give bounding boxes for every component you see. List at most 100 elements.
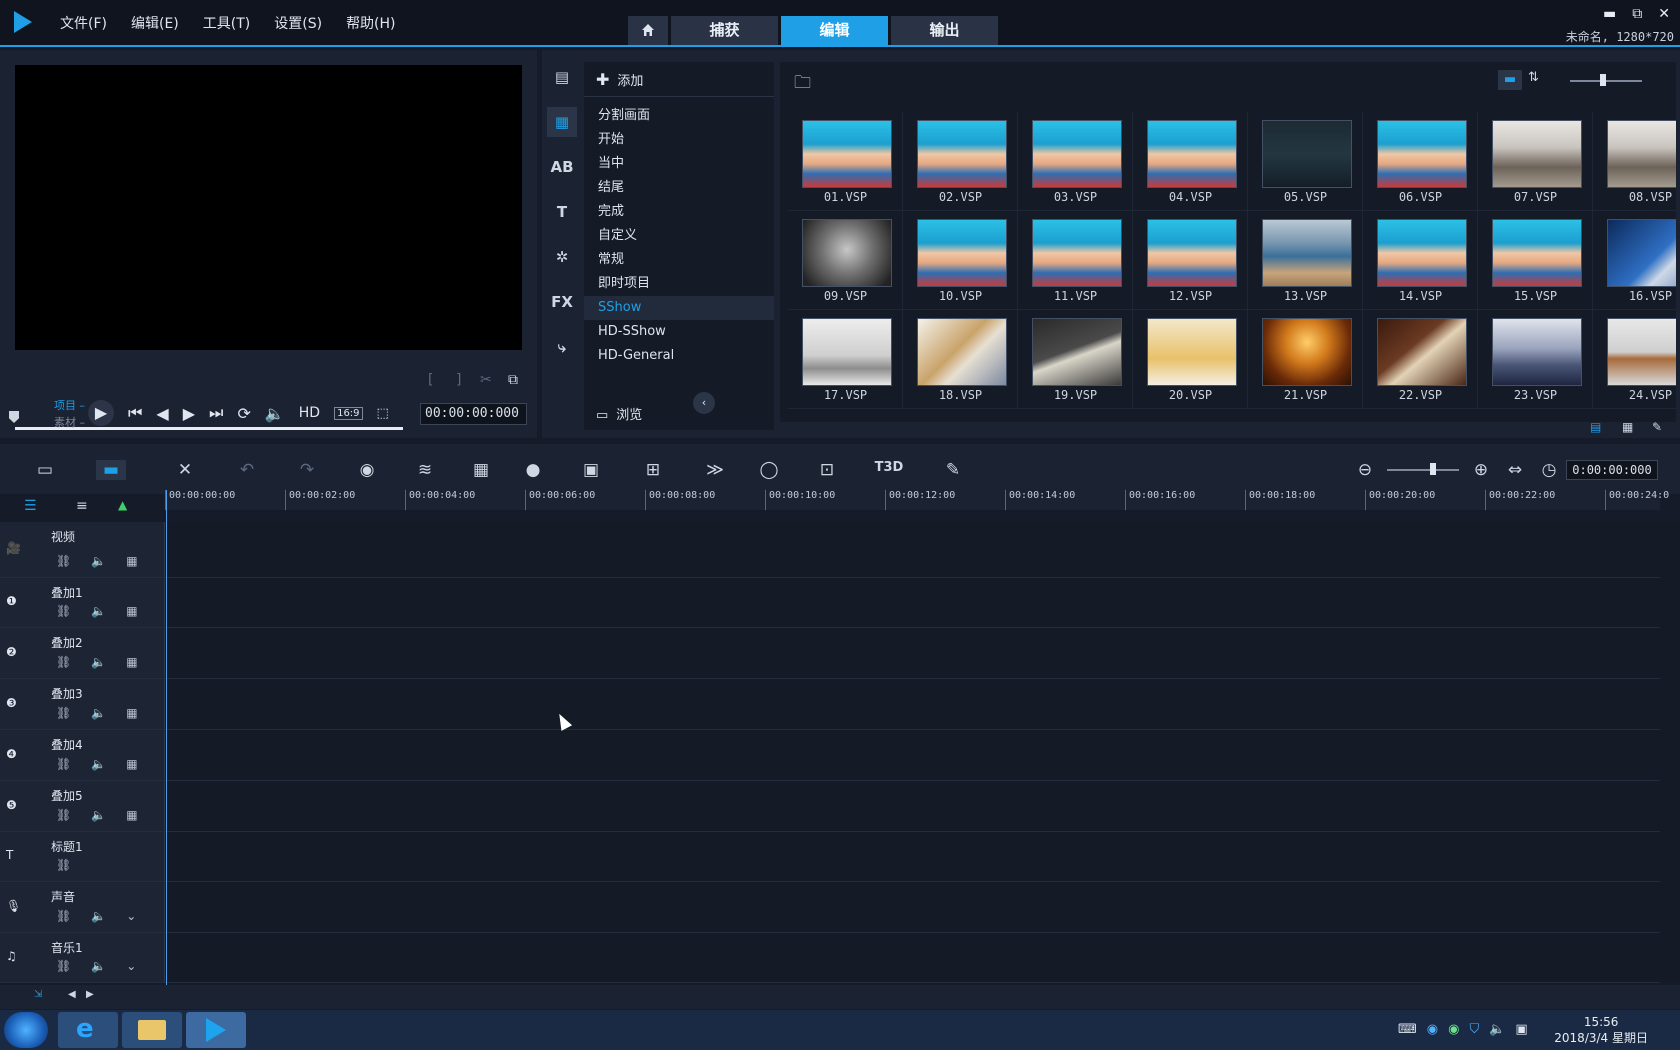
preview-screen[interactable] [15,65,522,350]
track-mute-icon[interactable]: 🔈 [91,655,106,669]
shield-icon[interactable]: ⛉ [1469,1022,1479,1037]
track-header[interactable]: ❺ 叠加5 ⛓ 🔈 ▦ [0,781,165,831]
menu-file[interactable]: 文件(F) [60,13,107,33]
track-header[interactable]: ❷ 叠加2 ⛓ 🔈 ▦ [0,628,165,678]
timeline-track[interactable]: 🎙 声音 ⛓ 🔈 ⌄ [0,882,1660,933]
folder-add-icon[interactable]: 🗀 [794,70,811,99]
timeline-track[interactable]: ❷ 叠加2 ⛓ 🔈 ▦ [0,628,1660,679]
category-item[interactable]: 当中 [584,152,774,176]
template-thumbnail[interactable]: 07.VSP [1478,112,1593,211]
ripple-link-icon[interactable]: ⛓ [56,757,71,771]
scroll-left-icon[interactable]: ◀ [68,989,76,1000]
template-thumbnail[interactable]: 08.VSP [1593,112,1676,211]
track-type-icon[interactable]: ❺ [6,798,17,812]
paint-icon[interactable]: ✎ [938,460,968,480]
collapse-library-icon[interactable]: ‹ [693,392,715,414]
grid-view-icon[interactable]: ▦ [1622,420,1633,434]
tab-capture[interactable]: 捕获 [671,16,778,45]
ripple-link-icon[interactable]: ⛓ [56,858,71,872]
scrub-handle[interactable] [9,411,19,423]
track-type-icon[interactable]: ❸ [6,696,17,710]
next-frame-icon[interactable]: ▶ [183,404,195,423]
volume-icon[interactable]: 🔈 [265,404,285,423]
title-3d-icon[interactable]: T3D [874,460,904,475]
template-thumbnail[interactable]: 20.VSP [1133,310,1248,409]
template-thumbnail[interactable]: 23.VSP [1478,310,1593,409]
template-thumbnail[interactable]: 11.VSP [1018,211,1133,310]
timeline-view-icon[interactable]: ▬ [96,460,126,480]
track-type-icon[interactable]: 🎥 [6,541,21,555]
motion-tracking-icon[interactable]: ● [518,460,548,480]
stabilize-icon[interactable]: ◯ [754,460,784,480]
category-item[interactable]: 即时项目 [584,272,774,296]
template-thumbnail[interactable]: 18.VSP [903,310,1018,409]
menu-settings[interactable]: 设置(S) [274,13,322,33]
expand-icon[interactable]: ⌄ [126,909,136,923]
zoom-handle[interactable] [1430,463,1436,475]
sound-mixer-icon[interactable]: ≋ [410,460,440,480]
auto-music-icon[interactable]: ▦ [466,460,496,480]
template-thumbnail[interactable]: 13.VSP [1248,211,1363,310]
template-thumbnail[interactable]: 15.VSP [1478,211,1593,310]
track-type-icon[interactable]: 🎙 [6,899,21,913]
tab-output[interactable]: 输出 [891,16,998,45]
timeline-track[interactable]: ♫ 音乐1 ⛓ 🔈 ⌄ [0,933,1660,983]
close-button[interactable]: ✕ [1658,6,1670,22]
graphics-icon[interactable]: ✲ [547,242,577,272]
tray-green-icon[interactable]: ◉ [1448,1022,1459,1037]
time-ruler[interactable]: 00:00:00:00 00:00:02:00 00:00:04:00 00:00:0… [165,490,1669,510]
category-item[interactable]: SShow [584,296,774,320]
network-icon[interactable]: ▣ [1515,1022,1527,1037]
minimize-button[interactable]: ▬ [1603,6,1616,22]
template-thumbnail[interactable]: 21.VSP [1248,310,1363,409]
category-item[interactable]: 开始 [584,128,774,152]
taskbar-videostudio[interactable] [186,1012,246,1048]
track-transparency-icon[interactable]: ▦ [126,554,137,568]
zoom-fit-icon[interactable]: ⇲ [34,989,42,1000]
list-view-icon[interactable]: ▤ [1590,420,1614,434]
template-thumbnail[interactable]: 24.VSP [1593,310,1676,409]
preview-timecode[interactable]: 00:00:00:000 [420,403,527,425]
ripple-link-icon[interactable]: ⛓ [56,604,71,618]
add-button[interactable]: ✚ 添加 [596,70,643,89]
path-icon[interactable]: ⤷ [547,332,577,362]
track-header[interactable]: 🎙 声音 ⛓ 🔈 ⌄ [0,882,165,932]
track-type-icon[interactable]: ❷ [6,645,17,659]
mark-in-icon[interactable]: [ [428,372,433,388]
prev-frame-icon[interactable]: ◀ [156,404,168,423]
template-thumbnail[interactable]: 19.VSP [1018,310,1133,409]
template-thumbnail[interactable]: 10.VSP [903,211,1018,310]
subtitle-editor-icon[interactable]: ▣ [576,460,606,480]
track-type-icon[interactable]: T [6,848,13,862]
category-item[interactable]: HD-SShow [584,320,774,344]
end-icon[interactable]: ⏭ [209,403,223,423]
track-transparency-icon[interactable]: ▦ [126,604,137,618]
track-header[interactable]: ❹ 叠加4 ⛓ 🔈 ▦ [0,730,165,780]
mode-clip[interactable]: 素材 – [54,414,85,430]
zoom-slider[interactable] [1387,469,1459,471]
category-item[interactable]: HD-General [584,344,774,368]
fit-timeline-icon[interactable]: ⇔ [1500,460,1530,480]
home-start-icon[interactable]: ⏮ [128,403,142,423]
ripple-link-icon[interactable]: ⛓ [56,959,71,973]
storyboard-view-icon[interactable]: ▭ [30,460,60,480]
template-thumbnail[interactable]: 04.VSP [1133,112,1248,211]
template-thumbnail[interactable]: 22.VSP [1363,310,1478,409]
track-mute-icon[interactable]: 🔈 [91,604,106,618]
instant-project-icon[interactable]: ▦ [547,107,577,137]
speaker-icon[interactable]: 🔈 [1489,1022,1505,1037]
split-clip-icon[interactable]: ✂ [480,372,492,388]
clock-icon[interactable]: ◷ [1534,460,1564,480]
track-type-icon[interactable]: ❹ [6,747,17,761]
tray-app-icon[interactable]: ◉ [1427,1022,1438,1037]
repeat-icon[interactable]: ⟳ [237,404,250,423]
fx-icon[interactable]: FX [547,287,577,317]
sort-icon[interactable]: ⇅ [1528,70,1539,85]
track-header[interactable]: 🎥 视频 ⛓ 🔈 ▦ [0,522,165,577]
timeline-track[interactable]: ❹ 叠加4 ⛓ 🔈 ▦ [0,730,1660,781]
browse-button[interactable]: ▭ 浏览 [596,404,642,423]
template-thumbnail[interactable]: 05.VSP [1248,112,1363,211]
track-transparency-icon[interactable]: ▦ [126,706,137,720]
mode-project[interactable]: 项目 – [54,397,85,413]
category-item[interactable]: 完成 [584,200,774,224]
